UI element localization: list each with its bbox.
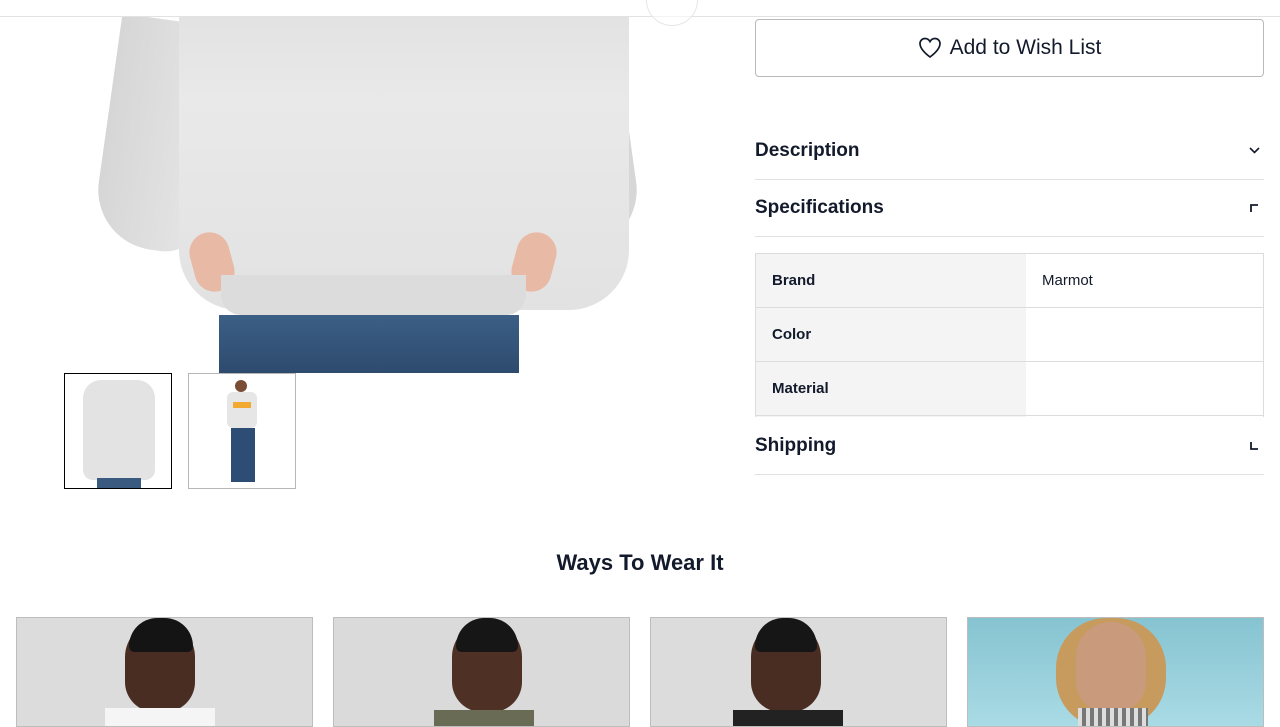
spec-row: Material <box>756 362 1263 416</box>
heart-icon <box>918 37 942 59</box>
add-to-wish-list-button[interactable]: Add to Wish List <box>755 19 1264 77</box>
outfit-card[interactable] <box>650 617 947 727</box>
chevron-down-icon <box>1248 145 1260 157</box>
wish-list-label: Add to Wish List <box>949 36 1102 59</box>
thumbnail-front-view[interactable] <box>188 373 296 489</box>
spec-row: Brand Marmot <box>756 254 1263 308</box>
spec-value <box>1026 308 1263 361</box>
outfit-card[interactable] <box>16 617 313 727</box>
spec-key: Material <box>756 362 1026 415</box>
accordion-description-title: Description <box>755 139 860 161</box>
accordion-shipping[interactable]: Shipping <box>755 417 1264 475</box>
jeans <box>219 315 519 373</box>
spec-key: Color <box>756 308 1026 361</box>
thumbnail-back-view[interactable] <box>64 373 172 489</box>
accordion-specifications[interactable]: Specifications <box>755 180 1264 237</box>
outfit-card[interactable] <box>967 617 1264 727</box>
spec-key: Brand <box>756 254 1026 307</box>
accordion-specifications-title: Specifications <box>755 197 884 218</box>
specifications-table: Brand Marmot Color Material <box>755 253 1264 417</box>
header-bottom-border <box>0 0 1280 17</box>
accordion-description[interactable]: Description <box>755 122 1264 180</box>
collapse-corner-icon <box>1248 202 1260 214</box>
accordion-shipping-title: Shipping <box>755 434 837 456</box>
spec-value: Marmot <box>1042 272 1093 289</box>
ways-to-wear-title: Ways To Wear It <box>556 550 724 575</box>
outfit-card[interactable] <box>333 617 630 727</box>
expand-corner-icon <box>1248 440 1260 452</box>
spec-value <box>1026 362 1263 415</box>
hoodie-waistband <box>221 275 526 315</box>
hoodie-body <box>179 0 629 310</box>
product-main-image[interactable] <box>64 0 696 373</box>
spec-row: Color <box>756 308 1263 362</box>
